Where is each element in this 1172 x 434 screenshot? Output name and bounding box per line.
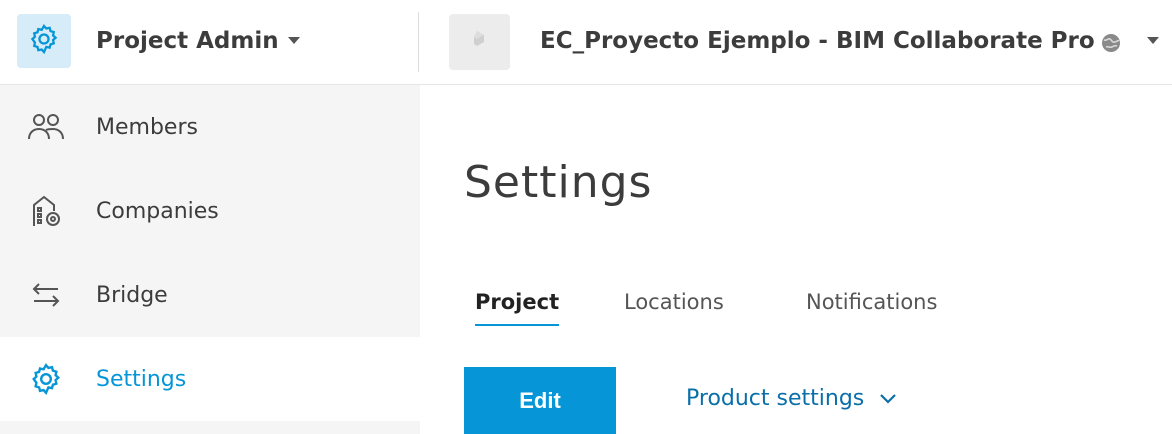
chevron-down-icon (878, 386, 898, 411)
sidebar-item-label: Companies (96, 198, 219, 224)
tab-locations[interactable]: Locations (624, 290, 724, 324)
chevron-down-icon[interactable] (1147, 37, 1159, 44)
module-switcher-icon-box[interactable] (17, 14, 71, 68)
project-thumbnail[interactable] (449, 14, 510, 70)
gear-icon (27, 22, 61, 60)
sidebar-item-bridge[interactable]: Bridge (0, 253, 420, 337)
project-selector-label[interactable]: EC_Proyecto Ejemplo - BIM Collaborate Pr… (540, 28, 1095, 54)
gear-icon (24, 359, 68, 399)
page-title: Settings (464, 157, 653, 208)
sidebar-item-label: Settings (96, 366, 187, 392)
top-header: Project Admin EC_Proyecto Ejemplo - BIM … (0, 0, 1172, 85)
companies-icon (24, 191, 68, 231)
bridge-icon (24, 275, 68, 315)
sidebar-item-label: Bridge (96, 282, 168, 308)
sidebar-item-label: Members (96, 114, 198, 140)
settings-tabs: Project Locations Notifications (464, 290, 1172, 360)
sidebar-item-settings[interactable]: Settings (0, 337, 420, 421)
header-divider (418, 12, 419, 72)
tab-notifications[interactable]: Notifications (806, 290, 937, 324)
edit-button[interactable]: Edit (464, 367, 616, 434)
tab-project[interactable]: Project (475, 290, 560, 326)
product-settings-dropdown[interactable]: Product settings (686, 386, 898, 411)
globe-icon (1100, 32, 1122, 58)
project-thumbnail-icon (468, 28, 492, 56)
members-icon (24, 107, 68, 147)
product-settings-label: Product settings (686, 386, 865, 411)
module-selector-label[interactable]: Project Admin (96, 28, 279, 54)
chevron-down-icon[interactable] (288, 37, 300, 44)
sidebar-item-members[interactable]: Members (0, 85, 420, 169)
sidebar: Members Companies Bridge Settings (0, 85, 420, 434)
sidebar-item-companies[interactable]: Companies (0, 169, 420, 253)
